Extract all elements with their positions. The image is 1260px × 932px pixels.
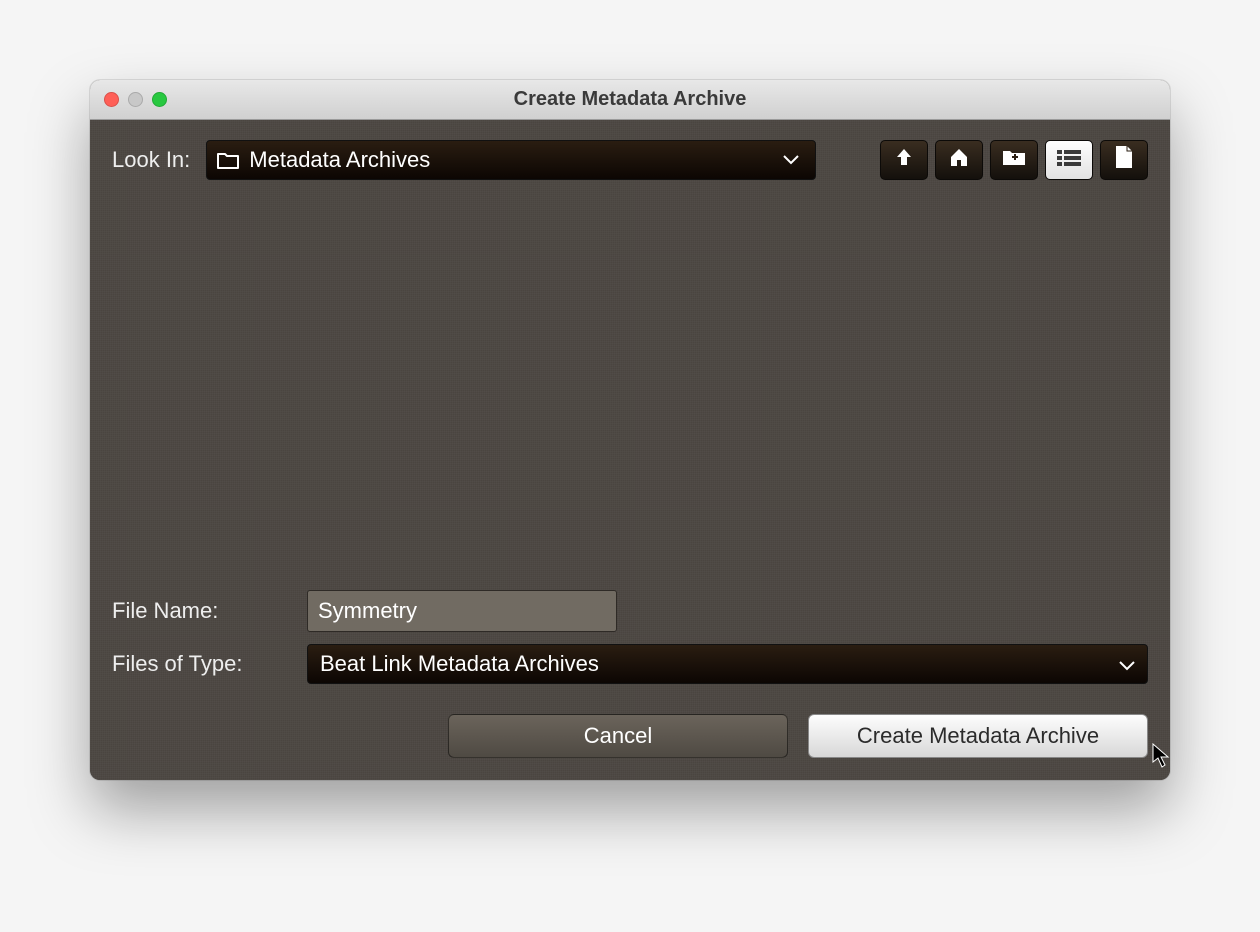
dialog-buttons: Cancel Create Metadata Archive — [112, 714, 1148, 758]
file-type-label: Files of Type: — [112, 651, 287, 677]
file-name-row: File Name: — [112, 590, 1148, 632]
chevron-down-icon — [1119, 651, 1135, 677]
window-title: Create Metadata Archive — [90, 88, 1170, 111]
file-list-area[interactable] — [112, 194, 1148, 578]
details-view-icon — [1114, 146, 1134, 174]
file-type-combo[interactable]: Beat Link Metadata Archives — [307, 644, 1148, 684]
dialog-content: Look In: Metadata Archives — [90, 120, 1170, 780]
details-view-button[interactable] — [1100, 140, 1148, 180]
create-button-label: Create Metadata Archive — [857, 723, 1099, 749]
up-one-level-button[interactable] — [880, 140, 928, 180]
file-name-input[interactable] — [307, 590, 617, 632]
cancel-button-label: Cancel — [584, 723, 652, 749]
home-icon — [948, 146, 970, 174]
cancel-button[interactable]: Cancel — [448, 714, 788, 758]
new-folder-icon — [1002, 147, 1026, 173]
create-archive-button[interactable]: Create Metadata Archive — [808, 714, 1148, 758]
titlebar[interactable]: Create Metadata Archive — [90, 80, 1170, 120]
list-view-button[interactable] — [1045, 140, 1093, 180]
toolbar-buttons — [880, 140, 1148, 180]
arrow-up-icon — [893, 146, 915, 174]
list-view-icon — [1057, 147, 1081, 173]
file-type-row: Files of Type: Beat Link Metadata Archiv… — [112, 644, 1148, 684]
look-in-value: Metadata Archives — [249, 147, 767, 173]
chevron-down-icon — [777, 155, 805, 165]
mouse-cursor-icon — [1152, 743, 1170, 775]
folder-icon — [217, 151, 239, 169]
dialog-window: Create Metadata Archive Look In: Metadat… — [90, 80, 1170, 780]
look-in-label: Look In: — [112, 147, 190, 173]
home-button[interactable] — [935, 140, 983, 180]
new-folder-button[interactable] — [990, 140, 1038, 180]
file-type-value: Beat Link Metadata Archives — [320, 651, 1119, 677]
file-name-label: File Name: — [112, 598, 287, 624]
look-in-combo[interactable]: Metadata Archives — [206, 140, 816, 180]
look-in-row: Look In: Metadata Archives — [112, 140, 1148, 180]
